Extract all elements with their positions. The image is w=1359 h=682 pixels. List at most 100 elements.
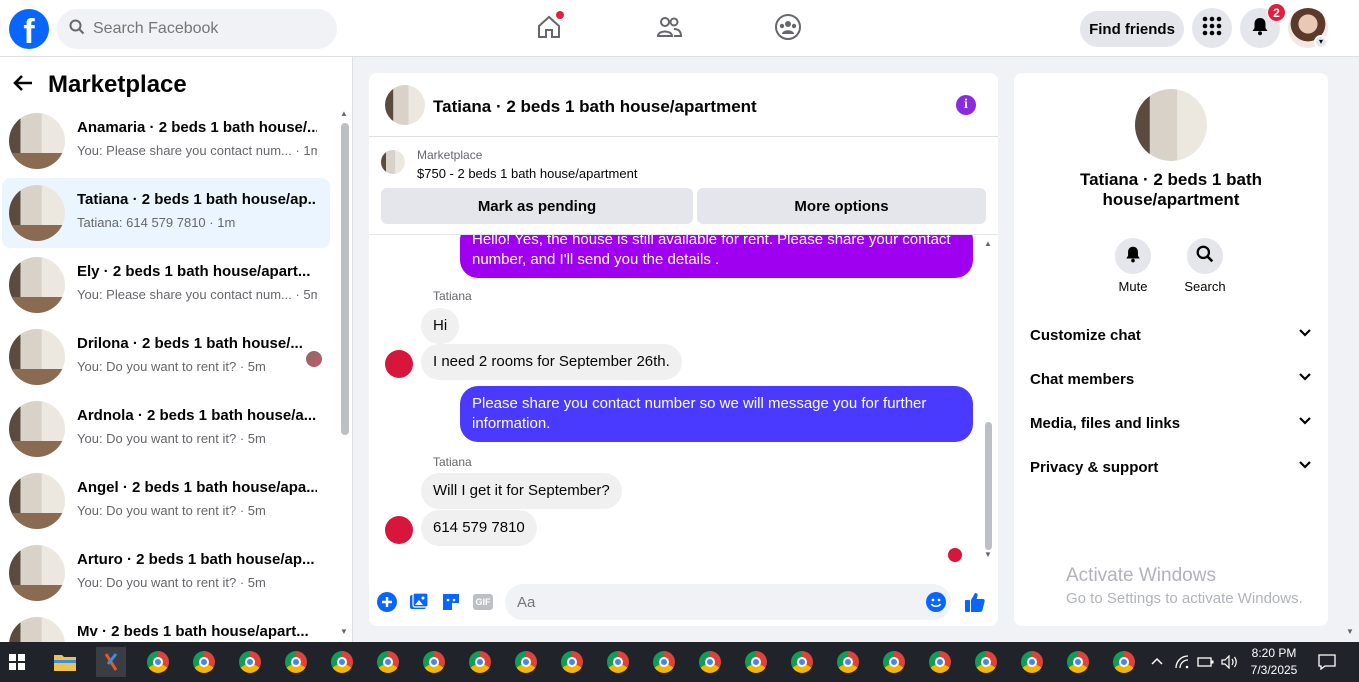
chrome-icon[interactable]	[833, 647, 863, 677]
chrome-icon[interactable]	[925, 647, 955, 677]
facebook-logo[interactable]: f	[9, 9, 49, 49]
notifications-badge: 2	[1267, 3, 1286, 22]
file-explorer-icon[interactable]	[50, 647, 80, 677]
marketplace-inbox-sidebar: Marketplace Anamaria · 2 beds 1 bath hou…	[0, 57, 353, 642]
outgoing-message[interactable]: Hello! Yes, the house is still available…	[460, 235, 973, 278]
sender-avatar[interactable]	[385, 516, 413, 544]
scroll-down-arrow-icon[interactable]: ▼	[340, 627, 348, 636]
chat-scrollbar[interactable]	[985, 422, 992, 550]
mute-button[interactable]	[1115, 238, 1151, 274]
pinned-app-icon[interactable]	[96, 647, 126, 677]
chrome-icon[interactable]	[419, 647, 449, 677]
chrome-icon[interactable]	[695, 647, 725, 677]
listing-source-label: Marketplace	[417, 148, 483, 162]
scroll-up-arrow-icon[interactable]: ▲	[340, 109, 348, 118]
chrome-icon[interactable]	[557, 647, 587, 677]
chrome-icon[interactable]	[373, 647, 403, 677]
thumbs-up-icon[interactable]	[964, 591, 986, 613]
search-box[interactable]	[57, 9, 337, 49]
incoming-message[interactable]: Hi	[421, 308, 460, 344]
info-icon[interactable]: i	[956, 95, 976, 115]
battery-icon[interactable]	[1194, 647, 1218, 677]
search-label: Search	[1184, 279, 1226, 294]
conversation-item[interactable]: Arturo · 2 beds 1 bath house/ap... You: …	[2, 538, 330, 608]
mark-as-pending-button[interactable]: Mark as pending	[381, 188, 693, 224]
search-in-chat-button[interactable]	[1187, 238, 1223, 274]
conversation-preview: You: Do you want to rent it? · 5m	[77, 575, 266, 590]
chrome-icon[interactable]	[235, 647, 265, 677]
conversation-item[interactable]: Ely · 2 beds 1 bath house/apart... You: …	[2, 250, 330, 320]
sidebar-scrollbar[interactable]	[341, 123, 349, 435]
customize-chat-section[interactable]: Customize chat	[1030, 323, 1312, 347]
incoming-message[interactable]: 614 579 7810	[421, 510, 537, 546]
notification-center-icon[interactable]	[1312, 647, 1342, 677]
gif-icon[interactable]: GIF	[472, 591, 494, 613]
incoming-message[interactable]: Will I get it for September?	[421, 473, 622, 509]
scroll-up-arrow-icon[interactable]: ▲	[984, 239, 992, 248]
chrome-icon[interactable]	[649, 647, 679, 677]
home-nav-button[interactable]	[532, 11, 566, 46]
sticker-icon[interactable]	[440, 591, 462, 613]
chat-panel: Tatiana · 2 beds 1 bath house/apartment …	[369, 73, 998, 626]
notifications-button[interactable]: 2	[1240, 3, 1286, 48]
chrome-icon[interactable]	[327, 647, 357, 677]
conversation-item[interactable]: Anamaria · 2 beds 1 bath house/... You: …	[2, 106, 330, 176]
chrome-icon[interactable]	[787, 647, 817, 677]
search-input[interactable]	[93, 20, 313, 38]
chevron-up-icon[interactable]	[1145, 647, 1169, 677]
wifi-icon[interactable]	[1170, 647, 1194, 677]
chrome-icon[interactable]	[971, 647, 1001, 677]
more-options-button[interactable]: More options	[697, 188, 986, 224]
media-files-links-section[interactable]: Media, files and links	[1030, 411, 1312, 435]
plus-icon[interactable]	[376, 591, 398, 613]
photo-icon[interactable]	[408, 591, 430, 613]
scroll-down-arrow-icon[interactable]: ▼	[984, 550, 992, 559]
conversation-item[interactable]: Ardnola · 2 beds 1 bath house/a... You: …	[2, 394, 330, 464]
conversation-title: Ely · 2 beds 1 bath house/apart...	[77, 263, 311, 280]
listing-thumbnail	[9, 401, 65, 457]
listing-avatar[interactable]	[1135, 89, 1207, 161]
chrome-icon[interactable]	[741, 647, 771, 677]
chevron-down-icon	[1298, 458, 1312, 476]
chrome-icon[interactable]	[1109, 647, 1139, 677]
conversation-item-active[interactable]: Tatiana · 2 beds 1 bath house/ap... Tati…	[2, 178, 330, 248]
sender-avatar[interactable]	[385, 350, 413, 378]
chrome-icon[interactable]	[189, 647, 219, 677]
chrome-icon[interactable]	[143, 647, 173, 677]
outgoing-message[interactable]: Please share you contact number so we wi…	[460, 386, 973, 442]
incoming-message[interactable]: I need 2 rooms for September 26th.	[421, 344, 682, 380]
volume-icon[interactable]	[1218, 647, 1242, 677]
activate-windows-title: Activate Windows	[1066, 565, 1216, 586]
find-friends-button[interactable]: Find friends	[1080, 11, 1184, 47]
chevron-down-icon	[1298, 414, 1312, 432]
conversation-item[interactable]: Mv · 2 beds 1 bath house/apart...	[2, 610, 330, 642]
chrome-icon[interactable]	[465, 647, 495, 677]
page-scroll-down-arrow-icon[interactable]: ▼	[1346, 627, 1354, 636]
friends-nav-button[interactable]	[652, 12, 686, 46]
listing-price-title[interactable]: $750 - 2 beds 1 bath house/apartment	[417, 166, 637, 181]
conversation-preview: You: Please share you contact num... · 5…	[77, 287, 317, 302]
chat-title[interactable]: Tatiana · 2 beds 1 bath house/apartment	[433, 97, 757, 117]
chat-avatar[interactable]	[385, 85, 425, 125]
chrome-icon[interactable]	[603, 647, 633, 677]
privacy-support-section[interactable]: Privacy & support	[1030, 455, 1312, 479]
chevron-down-icon	[1298, 326, 1312, 344]
chrome-icon[interactable]	[281, 647, 311, 677]
groups-nav-button[interactable]	[771, 12, 805, 46]
chat-details-panel: Tatiana · 2 beds 1 bath house/apartment …	[1014, 73, 1328, 626]
emoji-icon[interactable]	[925, 591, 947, 613]
chevron-down-icon[interactable]: ▾	[1314, 35, 1328, 49]
conversation-item[interactable]: Angel · 2 beds 1 bath house/apa... You: …	[2, 466, 330, 536]
back-arrow-icon[interactable]	[12, 72, 34, 99]
chat-members-section[interactable]: Chat members	[1030, 367, 1312, 391]
message-input[interactable]	[505, 584, 951, 620]
conversation-title: Angel · 2 beds 1 bath house/apa...	[77, 479, 317, 496]
menu-button[interactable]	[1192, 8, 1232, 48]
chrome-icon[interactable]	[879, 647, 909, 677]
windows-start-icon[interactable]	[2, 647, 32, 677]
conversation-item[interactable]: Drilona · 2 beds 1 bath house/... You: D…	[2, 322, 330, 392]
chrome-icon[interactable]	[511, 647, 541, 677]
system-clock[interactable]: 8:20 PM 7/3/2025	[1244, 645, 1304, 679]
chrome-icon[interactable]	[1063, 647, 1093, 677]
chrome-icon[interactable]	[1017, 647, 1047, 677]
